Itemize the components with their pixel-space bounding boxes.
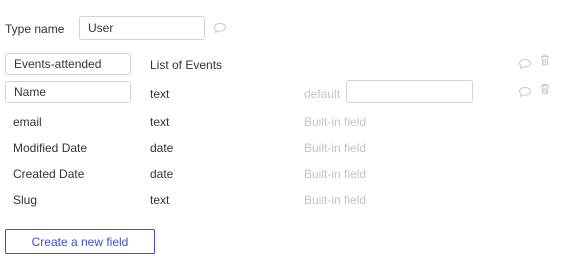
built-in-note: Built-in field [304, 141, 367, 155]
field-type: date [150, 167, 174, 181]
field-name: Created Date [13, 167, 85, 181]
comment-icon[interactable] [212, 20, 228, 36]
default-label: default [304, 87, 341, 101]
comment-icon[interactable] [517, 56, 533, 72]
create-new-field-button[interactable]: Create a new field [5, 229, 155, 254]
trash-icon[interactable] [537, 81, 553, 97]
built-in-note: Built-in field [304, 115, 367, 129]
field-name: Slug [13, 193, 38, 207]
type-name-label: Type name [5, 22, 65, 36]
field-type: text [150, 115, 170, 129]
field-type: date [150, 141, 174, 155]
type-name-input[interactable]: User [79, 16, 205, 40]
field-type: text [150, 193, 170, 207]
default-value-input[interactable] [346, 80, 473, 103]
field-type: text [150, 87, 170, 101]
field-name-input[interactable]: Name [5, 81, 131, 103]
field-name: email [13, 115, 42, 129]
field-name-input[interactable]: Events-attended [5, 53, 131, 75]
comment-icon[interactable] [517, 84, 533, 100]
trash-icon[interactable] [537, 52, 553, 68]
built-in-note: Built-in field [304, 167, 367, 181]
built-in-note: Built-in field [304, 193, 367, 207]
field-name: Modified Date [13, 141, 88, 155]
field-type: List of Events [150, 58, 223, 72]
